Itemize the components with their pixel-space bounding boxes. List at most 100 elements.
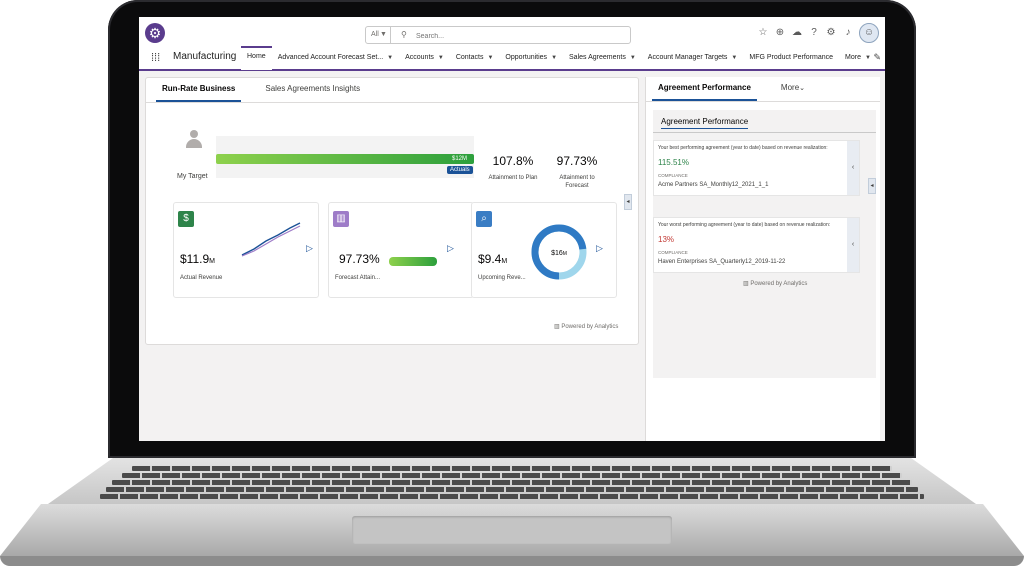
nav-item-mfg-product-performance[interactable]: MFG Product Performance [743, 47, 839, 69]
side-tabs: Agreement Performance More⌄ [652, 77, 811, 101]
powered-by-analytics: ▥ Powered by Analytics [743, 280, 807, 287]
best-agreement-tag: COMPLIANCE [658, 173, 688, 178]
attainment-forecast-value: 97.73% [556, 154, 598, 168]
user-icon-head [190, 130, 198, 138]
nav-item-advanced-account-forecast[interactable]: Advanced Account Forecast Set... ▼ [272, 47, 399, 69]
best-agreement-card[interactable]: Your best performing agreement (year to … [653, 140, 860, 196]
notification-bell-icon[interactable]: ♪ [842, 27, 854, 39]
play-icon[interactable]: ▷ [447, 243, 454, 254]
nav-item-label: More [845, 54, 861, 61]
chevron-down-icon[interactable]: ▼ [487, 55, 493, 61]
app-name: Manufacturing [173, 51, 237, 62]
nav-item-label: Account Manager Targets [647, 54, 728, 61]
keyboard-row [100, 494, 924, 499]
clipboard-search-icon: ⌕ [476, 211, 492, 227]
section-title: Agreement Performance [661, 117, 749, 129]
nav-item-contacts[interactable]: Contacts ▼ [450, 47, 500, 69]
section-title-divider [653, 132, 876, 133]
best-agreement-description: Your best performing agreement (year to … [658, 145, 828, 151]
nav-item-label: Home [247, 53, 266, 60]
attainment-plan-stat: 107.8% Attainment to Plan [482, 154, 544, 182]
trailhead-icon[interactable]: ☁ [791, 27, 803, 39]
best-agreement-value: 115.51% [658, 158, 689, 167]
actual-revenue-label: Actual Revenue [180, 275, 223, 281]
laptop-base [0, 556, 1024, 566]
nav-item-home[interactable]: Home [241, 46, 272, 70]
target-progress-value: $12M [452, 156, 468, 162]
header-icons: ☆ ⊕ ☁ ? ⚙ ♪ ☺ [757, 23, 879, 43]
upcoming-revenue-label: Upcoming Reve... [478, 275, 526, 281]
tab-run-rate-business[interactable]: Run-Rate Business [156, 78, 242, 102]
app-launcher-icon[interactable]: ⁞⁞⁞ [151, 52, 163, 64]
nav-item-label: Advanced Account Forecast Set... [277, 54, 384, 61]
chevron-left-icon[interactable]: ‹ [847, 218, 859, 272]
nav-item-opportunities[interactable]: Opportunities ▼ [499, 47, 563, 69]
nav-item-accounts[interactable]: Accounts ▼ [399, 47, 450, 69]
chevron-down-icon[interactable]: ▼ [551, 55, 557, 61]
search-input[interactable] [414, 29, 618, 43]
nav-item-label: MFG Product Performance [749, 54, 834, 61]
forecast-attainment-value: 97.73% [339, 252, 380, 266]
attainment-forecast-stat: 97.73% Attainment to Forecast [550, 154, 604, 190]
upcoming-revenue-amount: $9.4 [478, 252, 502, 266]
setup-gear-icon[interactable]: ⚙ [825, 27, 837, 39]
search-scope-label: All [371, 31, 379, 38]
search-icon: ⚲ [401, 30, 407, 39]
nav-item-label: Sales Agreements [569, 54, 626, 61]
help-icon[interactable]: ? [808, 27, 820, 39]
chevron-down-icon: ⌄ [799, 85, 806, 92]
tab-sales-agreements-insights[interactable]: Sales Agreements Insights [259, 78, 366, 100]
user-icon-body [186, 139, 202, 148]
chevron-down-icon[interactable]: ▼ [630, 55, 636, 61]
play-icon[interactable]: ▷ [596, 243, 603, 254]
donut-center-unit: M [563, 251, 567, 257]
play-icon[interactable]: ▷ [306, 243, 313, 254]
forecast-attainment-tile[interactable]: ▥ 97.73% Forecast Attain... ▷ [328, 202, 474, 298]
nav-item-label: Opportunities [505, 54, 548, 61]
tab-agreement-performance[interactable]: Agreement Performance [652, 77, 757, 101]
powered-by-label: Powered by Analytics [750, 281, 808, 287]
chevron-down-icon[interactable]: ▼ [438, 55, 444, 61]
upcoming-revenue-tile[interactable]: ⌕ $9.4 M Upcoming Reve... $16M ▷ [471, 202, 617, 298]
actual-revenue-unit: M [209, 258, 215, 265]
donut-center-amount: $16 [551, 250, 563, 257]
gear-logo-icon[interactable]: ⚙ [145, 23, 165, 43]
keyboard-row [112, 480, 912, 485]
tabs-divider [146, 102, 638, 103]
best-agreement-name: Acme Partners SA_Monthly12_2021_1_1 [658, 182, 769, 188]
chevron-left-icon[interactable]: ‹ [847, 141, 859, 195]
nav-item-sales-agreements[interactable]: Sales Agreements ▼ [563, 47, 642, 69]
chevron-down-icon[interactable]: ▼ [387, 55, 393, 61]
global-search[interactable]: All ▼ ⚲ [365, 26, 631, 44]
avatar[interactable]: ☺ [859, 23, 879, 43]
search-scope-dropdown[interactable]: All [366, 27, 391, 43]
actual-revenue-amount: $11.9 [180, 252, 210, 266]
app-screen: ⚙ All ▼ ⚲ ☆ ⊕ ☁ ? ⚙ ♪ ☺ ⁞⁞⁞ Manufacturin… [139, 17, 885, 441]
nav-item-label: Contacts [455, 54, 484, 61]
collapse-panel-tab[interactable]: ◂ [868, 178, 876, 194]
collapse-panel-tab[interactable]: ◂ [624, 194, 632, 210]
actual-revenue-value: $11.9M [180, 252, 215, 266]
tab-more[interactable]: More⌄ [775, 77, 811, 99]
app-navigation: ⁞⁞⁞ Manufacturing Home Advanced Account … [139, 46, 885, 71]
attainment-forecast-label: Attainment to Forecast [559, 175, 595, 189]
worst-agreement-value: 13% [658, 235, 675, 244]
worst-agreement-name: Haven Enterprises SA_Quarterly12_2019-11… [658, 259, 786, 265]
favorite-star-icon[interactable]: ☆ [757, 27, 769, 39]
nav-item-more[interactable]: More ▼ [839, 47, 877, 69]
nav-items: Home Advanced Account Forecast Set... ▼ A… [241, 46, 877, 70]
nav-item-account-manager-targets[interactable]: Account Manager Targets ▼ [642, 47, 744, 69]
powered-by-analytics: ▥ Powered by Analytics [554, 323, 618, 330]
actual-revenue-tile[interactable]: $ $11.9M Actual Revenue ▷ [173, 202, 319, 298]
donut-center-value: $16M [551, 250, 567, 257]
laptop-touchpad [352, 516, 672, 544]
worst-agreement-card[interactable]: Your worst performing agreement (year to… [653, 217, 860, 273]
edit-nav-pencil-icon[interactable]: ✎ [873, 52, 881, 63]
my-target-label: My Target [177, 173, 208, 180]
add-icon[interactable]: ⊕ [774, 27, 786, 39]
chevron-down-icon[interactable]: ▼ [865, 55, 871, 61]
upcoming-revenue-donut: $16M [531, 224, 587, 280]
forecast-attainment-label: Forecast Attain... [335, 275, 381, 281]
chevron-down-icon[interactable]: ▼ [731, 55, 737, 61]
agreement-performance-section: Agreement Performance Your best performi… [653, 110, 876, 378]
